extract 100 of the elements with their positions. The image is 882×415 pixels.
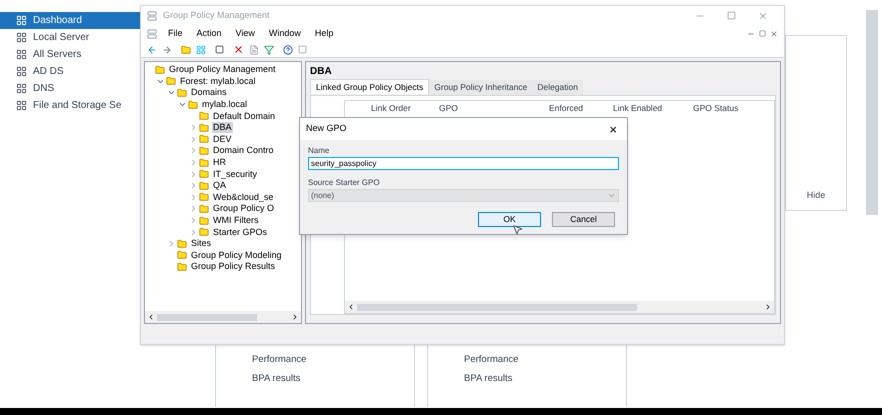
nav-item[interactable]: File and Storage Se bbox=[0, 97, 140, 114]
tab[interactable]: Group Policy Inheritance bbox=[429, 80, 532, 95]
tree-item[interactable]: QA bbox=[212, 180, 228, 192]
tree-item[interactable]: Domain Contro bbox=[212, 145, 275, 156]
help-icon[interactable] bbox=[283, 44, 293, 54]
properties-icon[interactable] bbox=[249, 44, 259, 54]
column-header[interactable]: GPO Status bbox=[693, 102, 773, 114]
nav-item[interactable]: AD DS bbox=[0, 63, 140, 80]
folder-icon bbox=[199, 227, 209, 238]
hide-button[interactable]: Hide bbox=[806, 188, 826, 202]
dialog-button[interactable]: OK bbox=[478, 212, 541, 227]
nav-item[interactable]: Local Server bbox=[0, 29, 140, 46]
tree-item[interactable]: Forest: mylab.local bbox=[179, 76, 257, 87]
tree-item[interactable]: Group Policy O bbox=[212, 203, 276, 214]
menu-item[interactable]: Help bbox=[308, 27, 340, 41]
pane-heading: DBA bbox=[310, 65, 333, 79]
tree-item[interactable]: Starter GPOs bbox=[212, 226, 268, 238]
folder-icon bbox=[166, 76, 176, 86]
folder-icon bbox=[177, 250, 187, 260]
chevron-right-icon[interactable] bbox=[189, 146, 198, 156]
chevron-right-icon[interactable] bbox=[189, 216, 198, 226]
folder-icon[interactable] bbox=[181, 44, 191, 54]
folder-icon bbox=[199, 111, 209, 122]
folder-icon bbox=[199, 192, 209, 202]
grid-icon bbox=[16, 49, 27, 60]
dialog-title: New GPO bbox=[306, 122, 347, 136]
app-icon bbox=[147, 29, 157, 39]
tree-item[interactable]: Group Policy Management bbox=[168, 64, 277, 76]
tile-item[interactable]: Performance bbox=[252, 353, 414, 368]
panel-icon[interactable] bbox=[298, 45, 307, 54]
column-header[interactable]: Link Enabled bbox=[613, 102, 693, 114]
menu-item[interactable]: Action bbox=[190, 27, 229, 41]
chevron-right-icon[interactable] bbox=[167, 239, 176, 248]
grid-icon bbox=[16, 15, 27, 26]
chevron-right-icon[interactable] bbox=[189, 170, 198, 179]
grid-icon[interactable] bbox=[196, 44, 206, 54]
scroll-left-icon[interactable] bbox=[147, 313, 155, 321]
window-icon[interactable] bbox=[215, 45, 224, 54]
tree-item[interactable]: IT_security bbox=[212, 168, 258, 180]
nav-item[interactable]: Dashboard bbox=[0, 12, 140, 29]
chevron-right-icon[interactable] bbox=[189, 181, 198, 190]
tree-item[interactable]: WMI Filters bbox=[212, 215, 260, 226]
chevron-right-icon[interactable] bbox=[189, 134, 198, 144]
close-icon[interactable] bbox=[758, 11, 768, 21]
window-title: Group Policy Management bbox=[163, 9, 270, 22]
name-field[interactable]: seurity_passpolicy bbox=[308, 157, 619, 170]
field-label: Source Starter GPO bbox=[308, 177, 381, 189]
tab[interactable]: Delegation bbox=[532, 80, 583, 95]
column-header[interactable]: GPO bbox=[439, 102, 549, 114]
chevron-right-icon[interactable] bbox=[189, 228, 198, 237]
tree-item[interactable]: DBA bbox=[212, 122, 233, 134]
close-button[interactable]: × bbox=[605, 122, 621, 136]
delete-icon[interactable] bbox=[233, 44, 244, 55]
chevron-right-icon[interactable] bbox=[189, 192, 198, 202]
folder-icon bbox=[199, 122, 209, 133]
folder-icon bbox=[199, 204, 209, 214]
scroll-left-icon[interactable] bbox=[347, 303, 355, 311]
app-icon bbox=[147, 11, 157, 21]
tree-item[interactable]: mylab.local bbox=[201, 99, 248, 110]
tree-item[interactable]: HR bbox=[212, 157, 227, 168]
folder-icon bbox=[188, 100, 198, 110]
folder-icon bbox=[199, 169, 209, 180]
menu-item[interactable]: Window bbox=[262, 27, 308, 41]
folder-icon bbox=[177, 262, 187, 272]
chevron-right-icon[interactable] bbox=[189, 204, 198, 214]
menu-item[interactable]: File bbox=[161, 27, 190, 41]
tree-item[interactable]: Web&cloud_se bbox=[212, 192, 274, 203]
cursor-icon bbox=[512, 224, 523, 235]
tree-item[interactable]: DEV bbox=[212, 134, 233, 145]
tree-item[interactable]: Group Policy Modeling bbox=[190, 250, 283, 261]
nav-item[interactable]: DNS bbox=[0, 80, 140, 97]
grid-icon bbox=[16, 32, 27, 43]
folder-icon bbox=[199, 134, 209, 144]
chevron-right-icon[interactable] bbox=[189, 123, 198, 132]
scroll-right-icon[interactable] bbox=[764, 303, 772, 311]
nav-item[interactable]: All Servers bbox=[0, 46, 140, 63]
menu-item[interactable]: View bbox=[228, 27, 262, 41]
scroll-right-icon[interactable] bbox=[291, 313, 299, 321]
filter-icon[interactable] bbox=[264, 44, 274, 54]
folder-icon bbox=[199, 158, 209, 168]
tile-item[interactable]: BPA results bbox=[464, 372, 626, 386]
tree-item[interactable]: Sites bbox=[190, 238, 212, 250]
maximize-icon[interactable] bbox=[727, 11, 736, 20]
tree-item[interactable]: Domains bbox=[190, 87, 228, 98]
folder-icon bbox=[199, 146, 209, 156]
restore-icon[interactable] bbox=[759, 30, 766, 37]
close-icon[interactable] bbox=[770, 30, 778, 38]
tree-item[interactable]: Group Policy Results bbox=[190, 261, 276, 272]
column-header[interactable]: Link Order bbox=[345, 102, 439, 114]
tree-item[interactable]: Default Domain bbox=[212, 110, 276, 122]
folder-icon bbox=[199, 180, 209, 191]
forward-icon[interactable] bbox=[162, 44, 172, 54]
tile-item[interactable]: Performance bbox=[464, 353, 626, 368]
column-header[interactable]: Enforced bbox=[549, 102, 613, 114]
chevron-right-icon[interactable] bbox=[189, 158, 198, 168]
back-icon[interactable] bbox=[147, 44, 157, 54]
tab[interactable]: Linked Group Policy Objects bbox=[310, 79, 430, 94]
tile-item[interactable]: BPA results bbox=[252, 372, 414, 386]
folder-icon bbox=[177, 88, 187, 98]
dialog-button[interactable]: Cancel bbox=[552, 212, 615, 227]
